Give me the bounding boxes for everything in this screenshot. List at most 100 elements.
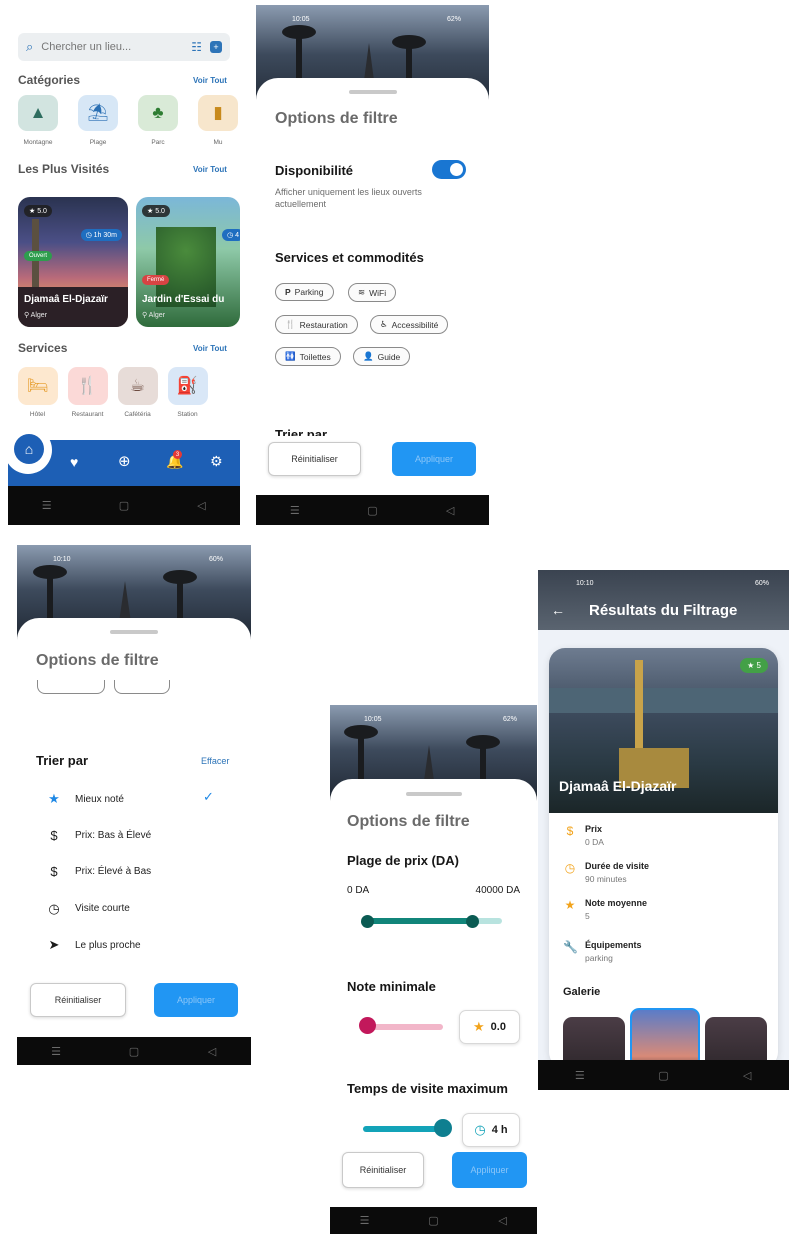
most-visited-see-all-link[interactable]: Voir Tout — [193, 165, 227, 174]
info-row: ★ Note moyenne 5 — [563, 898, 647, 921]
rating-value-box: ★ 0.0 — [459, 1010, 520, 1044]
price-max-handle[interactable] — [466, 915, 480, 928]
category-item[interactable]: ▮ Mu — [198, 95, 238, 146]
back-arrow-icon[interactable]: ← — [551, 602, 565, 618]
sheet-handle[interactable] — [405, 792, 462, 796]
favorites-icon[interactable]: ♥ — [70, 454, 78, 470]
category-label: Montagne — [23, 139, 53, 146]
chip-accessibilite[interactable]: ♿ Accessibilité — [370, 315, 449, 334]
results-screen: 10:10 60% ← Résultats du Filtrage ★ 5 Dj… — [538, 570, 789, 1090]
service-label: Restaurant — [71, 411, 104, 418]
menu-key-icon[interactable]: ☰ — [275, 504, 315, 517]
price-min-handle[interactable] — [361, 915, 374, 928]
sheet-handle[interactable] — [110, 630, 158, 634]
home-key-icon[interactable]: ▢ — [352, 504, 392, 517]
category-icon: ⛱ — [78, 95, 118, 131]
search-bar[interactable]: ⌕ Chercher un lieu... ☷ + — [18, 33, 230, 61]
apply-button[interactable]: Appliquer — [452, 1152, 527, 1188]
battery-level: 60% — [754, 580, 769, 587]
back-key-icon[interactable]: ◁ — [181, 499, 221, 512]
sort-option-icon: $ — [50, 864, 58, 879]
availability-toggle[interactable] — [432, 160, 466, 179]
chip-guide[interactable]: 👤 Guide — [353, 347, 411, 366]
home-key-icon[interactable]: ▢ — [104, 499, 144, 512]
place-card-djamaa[interactable]: ★ 5.0 ◷ 1h 30m Ouvert Djamaâ El-Djazaïr … — [18, 197, 128, 327]
apply-button[interactable]: Appliquer — [392, 442, 476, 476]
home-key-icon[interactable]: ▢ — [643, 1069, 683, 1082]
back-key-icon[interactable]: ◁ — [727, 1069, 767, 1082]
info-label: Prix — [585, 824, 603, 834]
home-key-icon[interactable]: ▢ — [114, 1045, 154, 1058]
sheet-handle[interactable] — [348, 90, 397, 94]
menu-key-icon[interactable]: ☰ — [36, 1045, 76, 1058]
filter-screen-sort: 10:10 60% Options de filtre Trier par Ef… — [17, 545, 251, 1065]
system-nav-bar: ☰ ▢ ◁ — [17, 1037, 251, 1065]
sort-option-icon: ◷ — [48, 900, 60, 916]
duration-handle[interactable] — [434, 1119, 452, 1137]
rating-track[interactable] — [365, 1024, 443, 1030]
chip-restauration[interactable]: 🍴 Restauration — [275, 315, 358, 334]
service-item[interactable]: 🍴 Restaurant — [65, 367, 110, 418]
system-nav-bar: ☰ ▢ ◁ — [330, 1207, 537, 1234]
place-card-jardin[interactable]: ★ 5.0 ◷ 4 Fermé Jardin d'Essai du ⚲ Alge… — [136, 197, 240, 327]
sort-option[interactable]: ➤ Le plus proche — [47, 937, 141, 953]
home-icon[interactable]: ⌂ — [14, 434, 44, 464]
results-header: 10:10 60% ← Résultats du Filtrage — [538, 570, 789, 630]
availability-title: Disponibilité — [275, 163, 353, 178]
reset-button[interactable]: Réinitialiser — [342, 1152, 424, 1188]
categories-see-all-link[interactable]: Voir Tout — [193, 76, 227, 85]
menu-key-icon[interactable]: ☰ — [560, 1069, 600, 1082]
service-item[interactable]: ⛽ Station — [165, 367, 210, 418]
duration-badge: ◷ 1h 30m — [80, 229, 122, 241]
chip-wifi[interactable]: ≋ WiFi — [348, 283, 397, 302]
service-label: Hôtel — [29, 411, 46, 418]
search-input[interactable]: Chercher un lieu... — [41, 41, 183, 53]
most-visited-title: Les Plus Visités — [18, 162, 110, 176]
info-row: ◷ Durée de visite 90 minutes — [563, 861, 649, 884]
back-key-icon[interactable]: ◁ — [192, 1045, 232, 1058]
notifications-icon[interactable]: 🔔 3 — [166, 450, 183, 470]
sort-option[interactable]: $ Prix: Bas à Élevé — [47, 828, 151, 843]
home-key-icon[interactable]: ▢ — [414, 1214, 454, 1227]
category-item[interactable]: ⛱ Plage — [78, 95, 118, 146]
category-icon: ♣ — [138, 95, 178, 131]
settings-icon[interactable]: ⚙ — [210, 453, 223, 470]
menu-key-icon[interactable]: ☰ — [345, 1214, 385, 1227]
back-key-icon[interactable]: ◁ — [483, 1214, 523, 1227]
rating-handle[interactable] — [359, 1017, 376, 1034]
rating-value: 0.0 — [490, 1021, 506, 1033]
back-key-icon[interactable]: ◁ — [430, 504, 470, 517]
add-icon[interactable]: ⊕ — [118, 452, 131, 470]
service-item[interactable]: 🛏 Hôtel — [15, 367, 60, 418]
filter-sliders-icon[interactable]: ☷ — [191, 40, 202, 54]
info-icon: ★ — [564, 898, 576, 912]
filter-screen-services: 10:05 62% Options de filtre Disponibilit… — [256, 5, 489, 525]
rating-badge: ★ 5 — [740, 658, 768, 673]
category-item[interactable]: ▲ Montagne — [18, 95, 58, 146]
info-row: $ Prix 0 DA — [563, 824, 604, 847]
place-name: Djamaâ El-Djazaïr — [559, 778, 677, 794]
sort-option[interactable]: ◷ Visite courte — [47, 901, 130, 917]
reset-button[interactable]: Réinitialiser — [30, 983, 126, 1017]
chip-toilettes[interactable]: 🚻 Toilettes — [275, 347, 341, 366]
service-item[interactable]: ☕ Cafétéria — [115, 367, 160, 418]
chip-parking[interactable]: P Parking — [275, 283, 334, 301]
card-location: ⚲ Alger — [24, 312, 48, 319]
gallery-image[interactable] — [630, 1008, 700, 1068]
result-card[interactable]: ★ 5 Djamaâ El-Djazaïr $ Prix 0 DA ◷ Durée de… — [549, 648, 778, 1068]
add-location-icon[interactable]: + — [210, 41, 222, 53]
chip-remnant-1 — [37, 680, 105, 694]
services-see-all-link[interactable]: Voir Tout — [193, 344, 227, 353]
duration-track[interactable] — [363, 1126, 443, 1132]
star-icon: ★ — [473, 1019, 485, 1034]
clear-sort-link[interactable]: Effacer — [201, 756, 229, 766]
category-item[interactable]: ♣ Parc — [138, 95, 178, 146]
notification-badge: 3 — [173, 450, 182, 459]
sort-option[interactable]: $ Prix: Élevé à Bas — [47, 864, 151, 879]
duration-badge: ◷ 4 — [222, 229, 240, 241]
sort-option[interactable]: ★ Mieux noté — [47, 791, 124, 807]
apply-button[interactable]: Appliquer — [154, 983, 238, 1017]
home-screen: ⌕ Chercher un lieu... ☷ + Catégories Voi… — [8, 27, 240, 525]
menu-key-icon[interactable]: ☰ — [27, 499, 67, 512]
reset-button[interactable]: Réinitialiser — [268, 442, 361, 476]
